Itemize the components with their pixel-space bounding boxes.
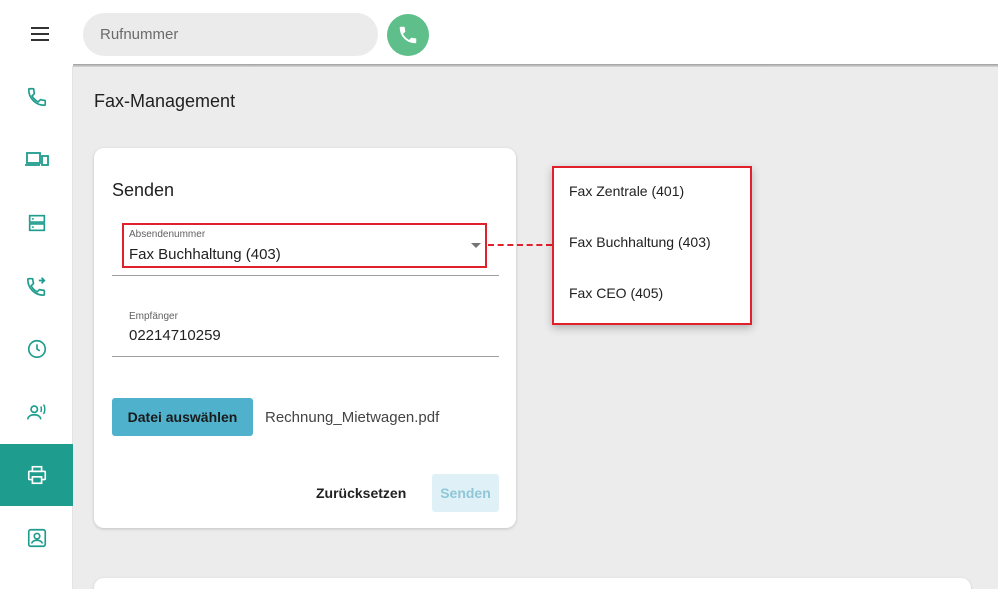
callout-connector <box>488 244 552 246</box>
contact-icon <box>27 528 46 548</box>
sidebar-item-history[interactable] <box>0 318 73 380</box>
send-button[interactable]: Senden <box>432 474 499 512</box>
phone-icon <box>27 87 46 107</box>
dropdown-option[interactable]: Fax Zentrale (401) <box>569 183 684 199</box>
phone-icon <box>399 26 417 44</box>
menu-button[interactable] <box>27 23 53 45</box>
printer-icon <box>27 465 46 485</box>
sender-number-dropdown: Fax Zentrale (401) Fax Buchhaltung (403)… <box>552 166 752 325</box>
send-card: Senden Absendenummer Fax Buchhaltung (40… <box>94 148 516 528</box>
recipient-field[interactable]: Empfänger 02214710259 <box>112 303 499 357</box>
recipient-value: 02214710259 <box>129 327 221 344</box>
highlight-box <box>122 223 487 268</box>
sidebar-item-calls[interactable] <box>0 66 73 128</box>
page-title: Fax-Management <box>94 91 236 111</box>
phone-number-input[interactable] <box>83 13 378 56</box>
voicemail-speaker-icon <box>26 404 46 420</box>
sidebar-item-contacts[interactable] <box>0 507 73 569</box>
server-icon <box>28 214 45 232</box>
dropdown-option[interactable]: Fax CEO (405) <box>569 285 663 301</box>
reset-button[interactable]: Zurücksetzen <box>316 485 406 501</box>
call-button[interactable] <box>387 14 429 56</box>
devices-icon <box>24 152 49 166</box>
call-forward-icon <box>26 277 46 296</box>
recipient-label: Empfänger <box>129 311 178 322</box>
secondary-card <box>94 578 971 589</box>
sidebar <box>0 66 73 589</box>
dropdown-option[interactable]: Fax Buchhaltung (403) <box>569 234 711 250</box>
sidebar-item-devices[interactable] <box>0 129 73 191</box>
topbar-divider <box>73 64 998 67</box>
choose-file-button[interactable]: Datei auswählen <box>112 398 253 436</box>
card-title: Senden <box>112 180 175 200</box>
top-bar <box>0 0 998 66</box>
sidebar-item-announcements[interactable] <box>0 381 73 443</box>
sidebar-item-forwarding[interactable] <box>0 255 73 317</box>
selected-file-name: Rechnung_Mietwagen.pdf <box>265 409 440 426</box>
sidebar-item-fax[interactable] <box>0 444 73 506</box>
sidebar-item-server[interactable] <box>0 192 73 254</box>
clock-icon <box>27 339 46 359</box>
menu-icon <box>31 27 49 41</box>
chevron-down-icon[interactable] <box>471 243 481 248</box>
